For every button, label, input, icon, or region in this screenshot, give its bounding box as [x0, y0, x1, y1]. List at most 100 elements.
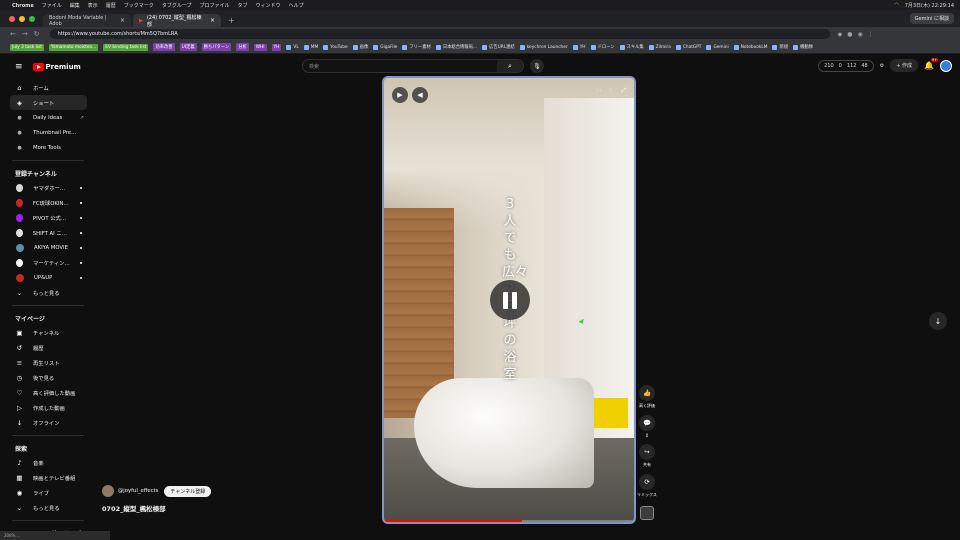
- sidebar-item[interactable]: ↺ 履歴: [0, 340, 92, 355]
- sidebar-section-header[interactable]: 探索: [0, 441, 92, 455]
- volume-icon[interactable]: ◀: [412, 87, 428, 103]
- minimize-window-button[interactable]: [19, 16, 25, 22]
- close-window-button[interactable]: [9, 16, 15, 22]
- extension-icon[interactable]: ◆: [838, 31, 843, 38]
- mac-menu-item[interactable]: 編集: [70, 3, 80, 9]
- sidebar-item[interactable]: ▷ 作成した動画: [0, 400, 92, 415]
- mac-menu-item[interactable]: プロファイル: [200, 3, 230, 9]
- mac-menu-item[interactable]: タブ: [238, 3, 248, 9]
- sidebar-item[interactable]: ⌄ もっと見る: [0, 500, 92, 515]
- bookmark-item[interactable]: NotebookLM: [733, 44, 767, 50]
- mac-menu-item[interactable]: ファイル: [42, 3, 62, 9]
- shorts-player[interactable]: 3人でも広々25坪の浴室 ▶ ◀ ⋯ ⋮ ⤢: [382, 76, 636, 524]
- bookmark-item[interactable]: EV binding task list: [103, 43, 149, 51]
- subscription-item[interactable]: AKIYA MOVIE: [0, 240, 92, 255]
- bookmark-item[interactable]: VL: [286, 44, 299, 50]
- mac-menu-item[interactable]: 履歴: [106, 3, 116, 9]
- create-button[interactable]: + 作成: [890, 59, 919, 72]
- sidebar-section-header[interactable]: マイページ: [0, 311, 92, 325]
- extension-icon[interactable]: ⚙: [880, 63, 884, 69]
- remix-button[interactable]: ⟳: [639, 474, 655, 490]
- channel-handle[interactable]: @joyful_effects: [118, 488, 158, 494]
- mac-menu-item[interactable]: タブグループ: [162, 3, 192, 9]
- sidebar-item[interactable]: ● Thumbnail Preview: [0, 125, 92, 140]
- sidebar-item[interactable]: ⌄ もっと見る: [0, 285, 92, 300]
- bookmark-item[interactable]: 日本総合情報局...: [435, 44, 477, 50]
- sidebar-section-header[interactable]: 登録チャンネル: [0, 166, 92, 180]
- zoom-window-button[interactable]: [29, 16, 35, 22]
- bookmark-item[interactable]: 分析: [236, 43, 249, 51]
- mac-menu-item[interactable]: 表示: [88, 3, 98, 9]
- mac-menu-item[interactable]: Chrome: [12, 3, 34, 9]
- channel-avatar[interactable]: [102, 485, 114, 497]
- next-short-button[interactable]: ↓: [929, 312, 947, 330]
- bookmark-item[interactable]: YH: [572, 44, 586, 50]
- stats-widget[interactable]: 210 0 112 48: [818, 59, 874, 72]
- sidebar-item[interactable]: ↓ オフライン: [0, 415, 92, 430]
- reload-icon[interactable]: ↻: [34, 30, 40, 38]
- subscription-item[interactable]: UP&UP: [0, 270, 92, 285]
- captions-icon[interactable]: ⋯: [595, 87, 601, 95]
- mac-menu-item[interactable]: ヘルプ: [289, 3, 304, 9]
- tab-bodoni[interactable]: Bodoni Moda Variable | Adob ×: [43, 14, 131, 27]
- bookmark-item[interactable]: YH: [271, 43, 282, 51]
- bookmark-item[interactable]: 広告URL連結: [482, 44, 515, 50]
- mic-icon[interactable]: 🎙: [530, 59, 544, 73]
- bookmark-item[interactable]: ドローン: [590, 44, 615, 50]
- profile-icon[interactable]: ◉: [858, 31, 863, 38]
- subscription-item[interactable]: SHIFT AI ニュース: [0, 225, 92, 240]
- sidebar-item[interactable]: ♡ 高く評価した動画: [0, 385, 92, 400]
- play-icon[interactable]: ▶: [392, 87, 408, 103]
- bookmark-item[interactable]: GigaFile: [373, 44, 397, 50]
- bookmark-item[interactable]: 新規: [772, 44, 788, 50]
- bookmark-item[interactable]: YouTube: [323, 44, 348, 50]
- search-input[interactable]: 検索: [309, 63, 319, 70]
- subscribe-button[interactable]: チャンネル登録: [164, 485, 212, 497]
- subscription-item[interactable]: マーケティング...: [0, 255, 92, 270]
- sidebar-item[interactable]: ≡ 再生リスト: [0, 355, 92, 370]
- share-button[interactable]: ↪: [639, 444, 655, 460]
- bookmark-item[interactable]: keychron Launcher: [519, 44, 568, 50]
- subscription-item[interactable]: ヤマダホームズ_: [0, 180, 92, 195]
- bookmark-item[interactable]: Gemini: [706, 44, 729, 50]
- bookmark-item[interactable]: WHI: [253, 43, 267, 51]
- sidebar-item[interactable]: ● Daily Ideas ↗: [0, 110, 92, 125]
- tab-youtube-short[interactable]: ▶ (24) 0702_縦型_楓松棟部 ×: [133, 14, 221, 28]
- sidebar-item[interactable]: ◈ ショート: [10, 95, 87, 110]
- sidebar-item[interactable]: ● More Tools: [0, 140, 92, 155]
- sidebar-item[interactable]: ♪ 音楽: [0, 455, 92, 470]
- more-options-icon[interactable]: ⋮: [608, 87, 614, 95]
- bookmark-item[interactable]: スキル集: [619, 44, 644, 50]
- progress-bar[interactable]: [384, 520, 634, 522]
- bookmark-item[interactable]: 機動隊: [793, 44, 813, 50]
- video-title[interactable]: 0702_縦型_楓松棟部: [102, 503, 302, 513]
- bookmark-item[interactable]: Yamamoto moiston...: [48, 43, 99, 51]
- pause-button[interactable]: [490, 280, 530, 320]
- extension-icon[interactable]: ●: [847, 31, 852, 38]
- hamburger-menu-icon[interactable]: ≡: [15, 62, 23, 72]
- new-tab-button[interactable]: +: [223, 16, 240, 27]
- wifi-icon[interactable]: ◠: [894, 2, 898, 8]
- address-bar[interactable]: https://www.youtube.com/shorts/Mm5Q7bmLR…: [49, 29, 830, 39]
- like-button[interactable]: 👍: [639, 385, 655, 401]
- bookmark-item[interactable]: 効率改善: [153, 43, 175, 51]
- youtube-logo[interactable]: Premium: [32, 63, 81, 71]
- mac-menu-item[interactable]: ブックマーク: [124, 3, 154, 9]
- bookmark-item[interactable]: 勝ちパターン: [201, 43, 232, 51]
- bookmark-item[interactable]: UI定義: [179, 43, 197, 51]
- bookmark-item[interactable]: July 3 task list: [10, 43, 44, 51]
- subscription-item[interactable]: PIVOT 公式チャ...: [0, 210, 92, 225]
- bookmark-item[interactable]: ChatGPT: [675, 44, 701, 50]
- avatar[interactable]: [940, 59, 952, 72]
- close-tab-icon[interactable]: ×: [120, 17, 125, 24]
- notifications-icon[interactable]: 🔔 9+: [924, 58, 938, 70]
- subscription-item[interactable]: FC琉球OKINAW...: [0, 195, 92, 210]
- bookmark-item[interactable]: Zilmira: [648, 44, 671, 50]
- sound-thumbnail[interactable]: [640, 506, 654, 520]
- sidebar-item[interactable]: ◉ ライブ: [0, 485, 92, 500]
- back-icon[interactable]: ←: [10, 30, 16, 38]
- bookmark-item[interactable]: 画像: [352, 44, 368, 50]
- bookmark-item[interactable]: MM: [303, 44, 318, 50]
- forward-icon[interactable]: →: [22, 30, 28, 38]
- gemini-button[interactable]: Gemini に相談: [909, 13, 954, 24]
